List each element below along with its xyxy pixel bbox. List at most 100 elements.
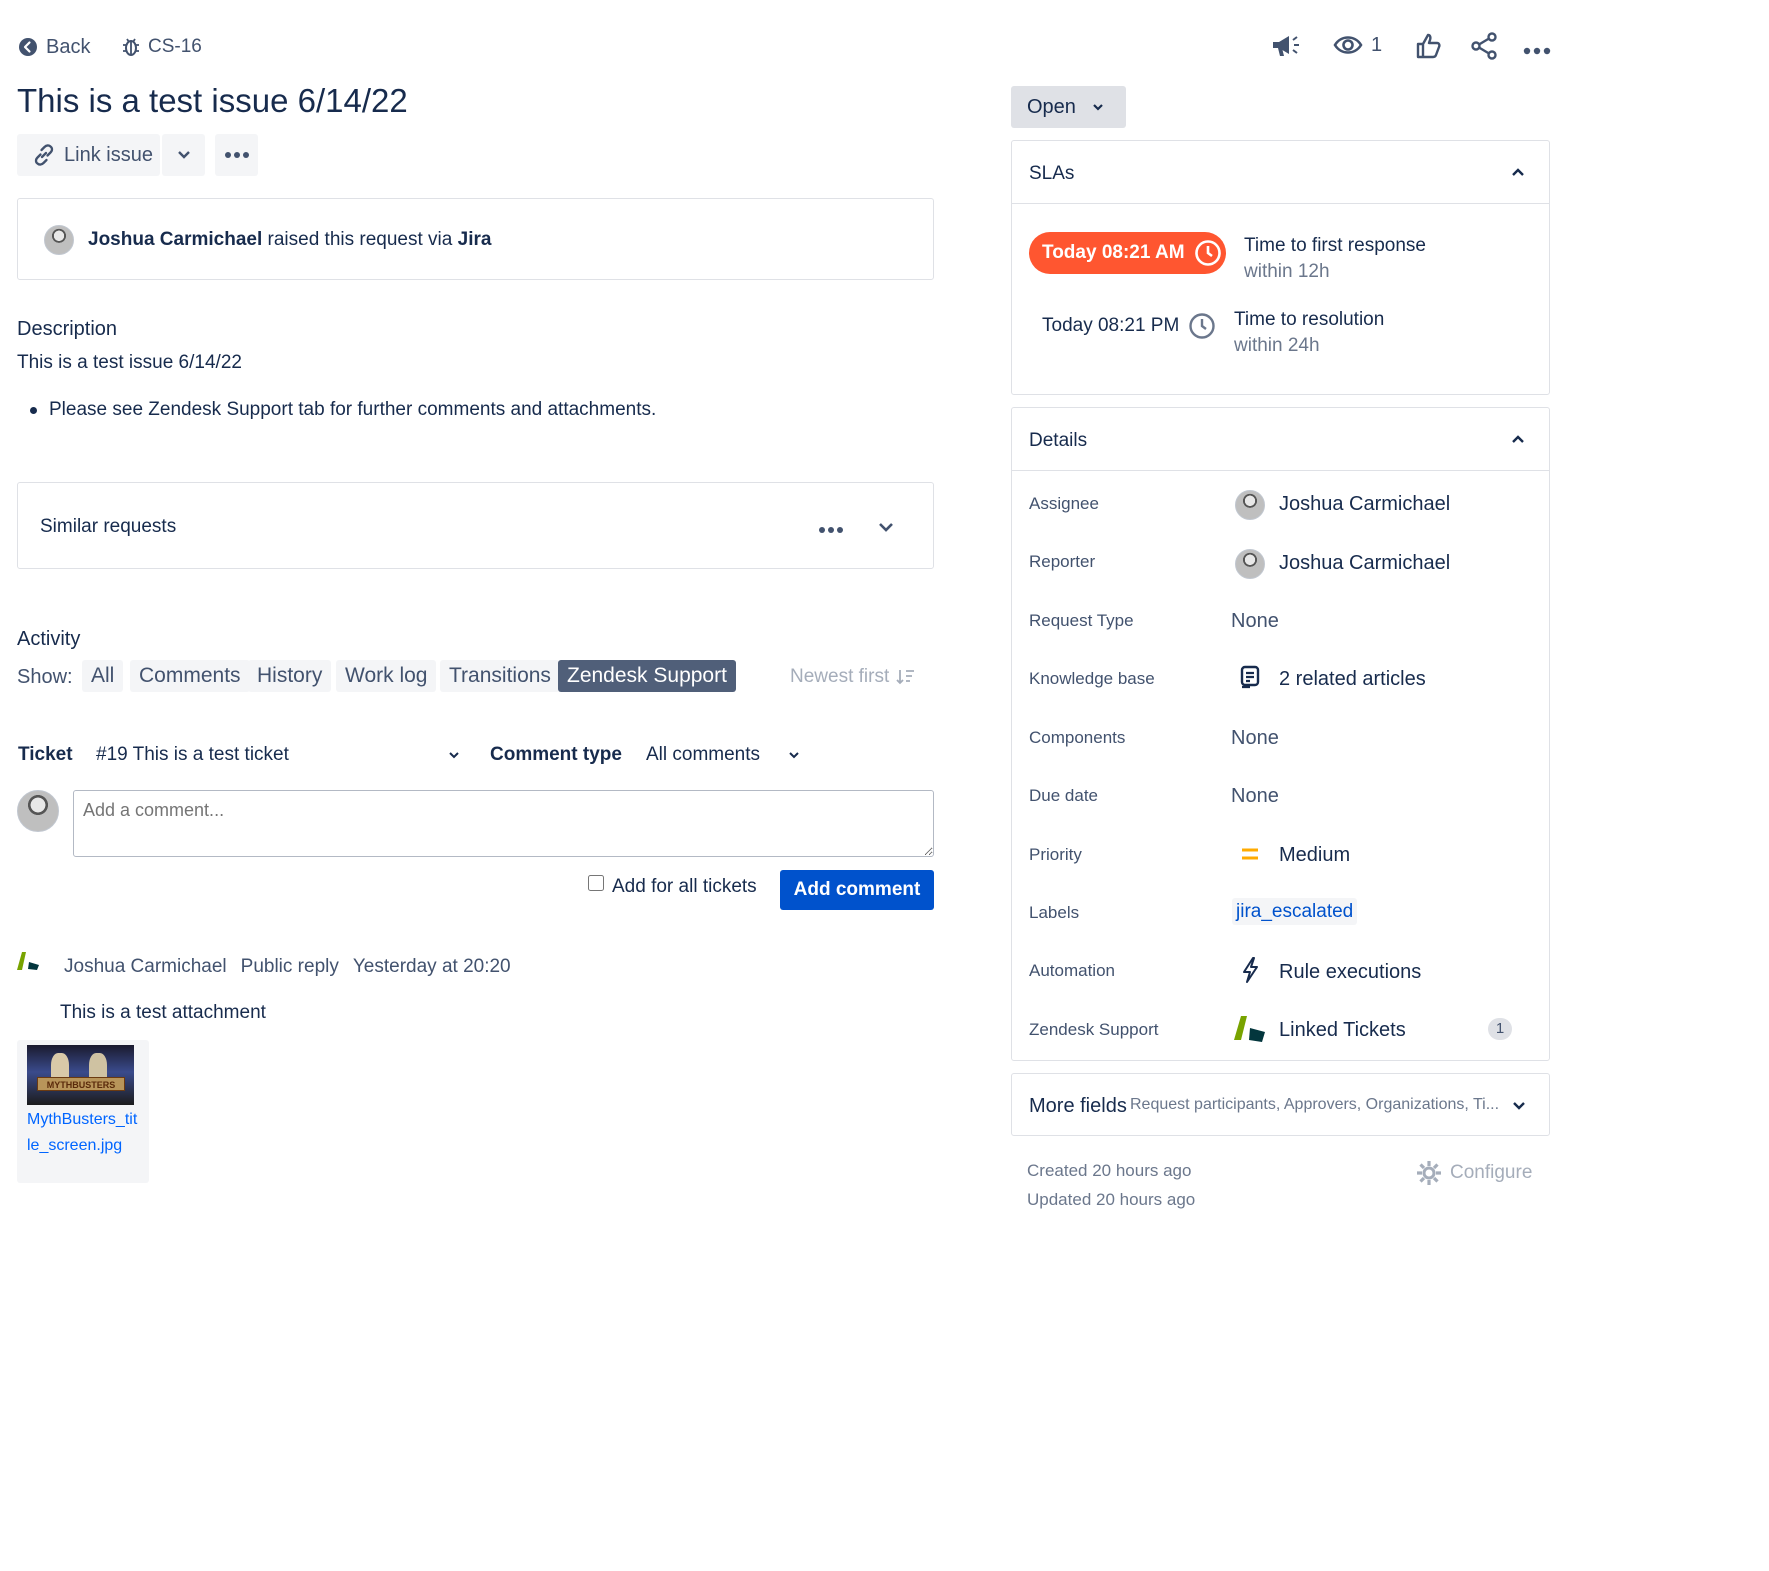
more-icon: [1523, 47, 1551, 55]
description-bullet-text: Please see Zendesk Support tab for furth…: [49, 399, 657, 420]
detail-label-priority: Priority: [1029, 845, 1082, 864]
knowledge-base-value[interactable]: 2 related articles: [1279, 668, 1426, 691]
request-type-value[interactable]: None: [1231, 610, 1279, 633]
tab-zendesk-support[interactable]: Zendesk Support: [558, 660, 736, 692]
gear-icon: [1417, 1161, 1441, 1185]
detail-label-automation: Automation: [1029, 961, 1115, 980]
ticket-label: Ticket: [18, 744, 73, 765]
sort-toggle[interactable]: Newest first: [790, 666, 915, 688]
reporter-value[interactable]: Joshua Carmichael: [1279, 552, 1450, 575]
back-link[interactable]: Back: [18, 34, 90, 60]
comment-kind: Public reply: [240, 956, 339, 977]
slas-header[interactable]: SLAs: [1012, 141, 1549, 204]
link-issue-button[interactable]: Link issue: [17, 134, 160, 176]
sla-name-first-response: Time to first response: [1244, 235, 1426, 256]
due-date-value[interactable]: None: [1231, 785, 1279, 808]
raised-text: raised this request via: [267, 229, 453, 250]
back-label: Back: [46, 35, 91, 58]
components-value[interactable]: None: [1231, 727, 1279, 750]
tab-transitions[interactable]: Transitions: [440, 660, 560, 692]
details-header[interactable]: Details: [1012, 408, 1549, 471]
similar-requests-panel[interactable]: Similar requests: [17, 482, 934, 569]
more-actions-button[interactable]: [1523, 42, 1551, 60]
chevron-down-icon: [879, 523, 893, 532]
link-icon: [34, 144, 54, 166]
detail-label-assignee: Assignee: [1029, 494, 1099, 513]
bullet-dot: [30, 406, 37, 414]
detail-label-knowledge-base: Knowledge base: [1029, 669, 1155, 688]
similar-requests-heading: Similar requests: [40, 516, 177, 537]
clock-icon: [1194, 240, 1221, 266]
sla-lozenge: Today 08:21 PM: [1042, 312, 1216, 340]
comment-type-value: All comments: [646, 744, 761, 765]
chevron-up-icon: [1512, 168, 1524, 176]
reporter-avatar: [1235, 549, 1265, 579]
link-issue-dropdown[interactable]: [162, 134, 205, 176]
detail-label-due-date: Due date: [1029, 786, 1098, 805]
created-timestamp: Created 20 hours ago: [1027, 1161, 1192, 1180]
issue-key-breadcrumb[interactable]: CS-16: [122, 34, 202, 60]
detail-label-zendesk-support: Zendesk Support: [1029, 1020, 1159, 1039]
issue-title: This is a test issue 6/14/22: [17, 82, 408, 119]
updated-timestamp: Updated 20 hours ago: [1027, 1190, 1196, 1209]
issue-more-button[interactable]: [215, 134, 258, 176]
watch-button[interactable]: 1: [1333, 33, 1382, 57]
bug-icon: [123, 38, 139, 56]
linked-tickets-count-badge: 1: [1488, 1018, 1512, 1040]
status-label: Open: [1027, 95, 1076, 118]
sla-time-resolution: Today 08:21 PM: [1042, 315, 1180, 336]
add-for-all-tickets[interactable]: Add for all tickets: [588, 875, 757, 898]
similar-expand-button[interactable]: [878, 520, 894, 538]
sort-label: Newest first: [790, 666, 890, 687]
label-tag[interactable]: jira_escalated: [1232, 898, 1358, 925]
priority-value[interactable]: Medium: [1279, 844, 1350, 867]
megaphone-icon: [1273, 36, 1299, 56]
back-arrow-icon: [19, 38, 37, 56]
more-fields-panel[interactable]: More fields Request participants, Approv…: [1011, 1073, 1550, 1136]
zendesk-logo-icon: [17, 952, 39, 970]
add-for-all-checkbox[interactable]: [588, 875, 604, 891]
chevron-down-icon: [789, 752, 799, 759]
description-heading: Description: [17, 318, 118, 340]
comment-header: Joshua Carmichael Public reply Yesterday…: [64, 956, 511, 978]
slas-panel: SLAs Today 08:21 AM Time to first respon…: [1011, 140, 1550, 395]
slas-heading: SLAs: [1029, 163, 1075, 184]
comment-time: Yesterday at 20:20: [352, 956, 511, 977]
thumbnail-title-banner: MYTHBUSTERS: [37, 1077, 125, 1091]
more-icon: [224, 152, 249, 158]
assignee-value[interactable]: Joshua Carmichael: [1279, 493, 1450, 516]
chevron-down-icon: [177, 151, 190, 159]
detail-label-reporter: Reporter: [1029, 552, 1096, 571]
description-text[interactable]: This is a test issue 6/14/22: [17, 352, 242, 374]
ticket-select[interactable]: #19 This is a test ticket: [96, 744, 460, 766]
tab-work-log[interactable]: Work log: [336, 660, 437, 692]
configure-button[interactable]: Configure: [1416, 1160, 1532, 1186]
watchers-count: 1: [1371, 33, 1383, 56]
attachment-name[interactable]: MythBusters_tit le_screen.jpg: [27, 1107, 137, 1159]
comment-type-select[interactable]: All comments: [646, 744, 800, 766]
more-fields-summary: Request participants, Approvers, Organiz…: [1130, 1096, 1500, 1113]
similar-more-button[interactable]: [818, 521, 844, 539]
comment-input[interactable]: [73, 790, 934, 857]
attachment-card[interactable]: MYTHBUSTERS MythBusters_tit le_screen.jp…: [17, 1040, 149, 1183]
add-comment-button[interactable]: Add comment: [780, 870, 934, 910]
tab-all[interactable]: All: [82, 660, 124, 692]
chevron-down-icon: [1093, 104, 1103, 111]
status-dropdown[interactable]: Open: [1011, 86, 1126, 128]
vote-button[interactable]: [1414, 32, 1442, 65]
zendesk-support-value[interactable]: Linked Tickets: [1279, 1019, 1406, 1042]
automation-value[interactable]: Rule executions: [1279, 961, 1421, 984]
raised-by-user[interactable]: Joshua Carmichael: [88, 229, 262, 250]
sort-descending-icon: [896, 670, 915, 685]
article-icon: [1240, 665, 1260, 689]
raised-channel: Jira: [457, 229, 492, 250]
details-panel: Details Assignee Joshua Carmichael Repor…: [1011, 407, 1550, 1061]
tab-history[interactable]: History: [248, 660, 332, 692]
current-user-avatar: [17, 790, 59, 832]
tab-comments[interactable]: Comments: [130, 660, 250, 692]
sla-time-first-response: Today 08:21 AM: [1042, 242, 1185, 263]
feedback-button[interactable]: [1270, 32, 1300, 65]
share-button[interactable]: [1470, 32, 1498, 65]
sla-name-resolution: Time to resolution: [1234, 309, 1385, 330]
sla-sub-resolution: within 24h: [1234, 335, 1320, 356]
